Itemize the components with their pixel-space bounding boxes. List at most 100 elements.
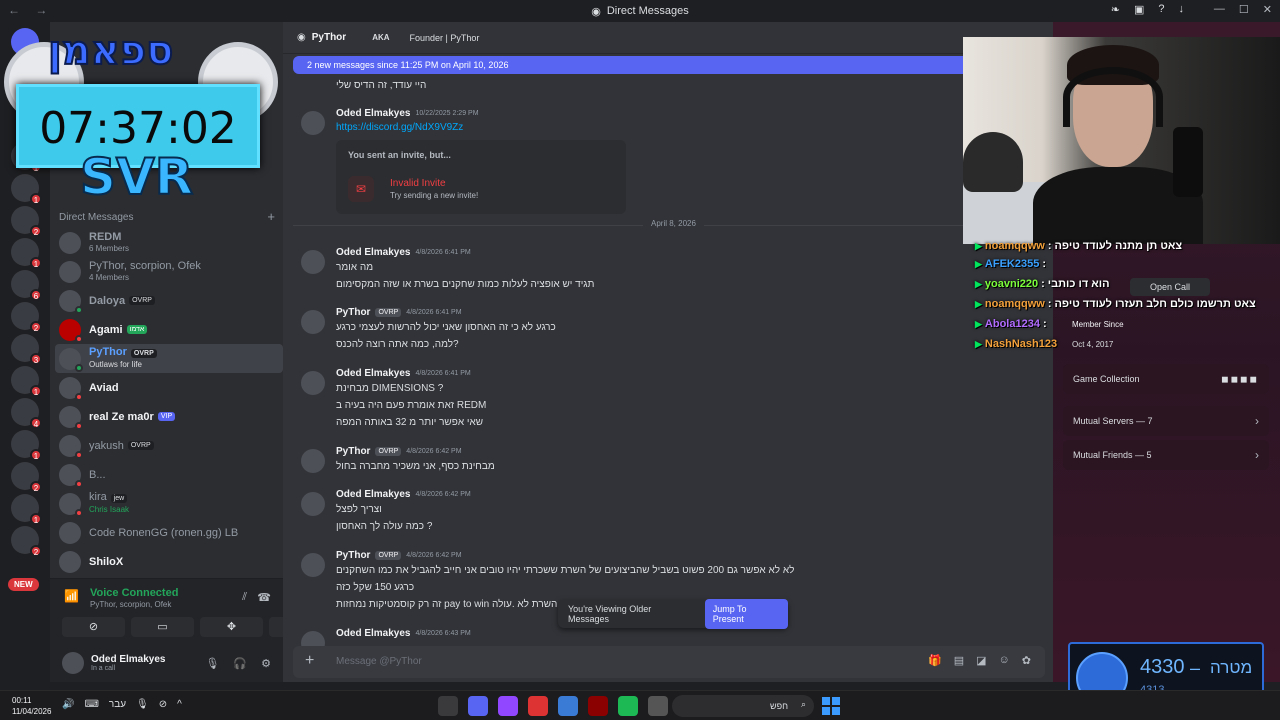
discord-app-icon[interactable] — [468, 696, 488, 716]
taskbar-search[interactable]: חפש ⌕ — [672, 695, 814, 717]
dm-item[interactable]: Daloya OVRP — [55, 286, 283, 315]
webcam-feed — [963, 37, 1280, 244]
user-panel[interactable]: Oded Elmakyes In a call — [62, 652, 165, 674]
minimize-icon[interactable]: — — [1214, 3, 1225, 16]
volume-icon[interactable]: 🔊 — [62, 699, 74, 710]
wifi-off-icon[interactable]: ⊘ — [159, 699, 167, 710]
chevron-up-icon[interactable]: ^ — [177, 699, 182, 710]
avatar[interactable] — [301, 449, 325, 473]
settings-gear-icon[interactable]: ⚙ — [261, 657, 271, 670]
at-icon: ◉ — [297, 32, 306, 43]
chat-recipient[interactable]: PyThor — [312, 32, 346, 43]
dm-item[interactable]: B... — [55, 460, 283, 489]
download-icon[interactable]: ↓ — [1179, 3, 1185, 16]
network-icon[interactable]: ⌨ — [84, 699, 98, 710]
dm-item-pythor[interactable]: PyThor OVRP Outlaws for life — [55, 344, 283, 373]
dm-item[interactable]: ShiloX — [55, 547, 283, 576]
stream-clock-overlay: ספאמן 07:37:02 SVR — [0, 22, 280, 207]
avatar — [59, 492, 83, 517]
server-icon[interactable]: 2 — [11, 206, 42, 237]
app-icon[interactable] — [528, 696, 548, 716]
message-input[interactable]: Message @PyThor — [336, 656, 422, 667]
mic-icon[interactable]: 🎙 — [136, 699, 149, 710]
server-icon[interactable]: 1 — [11, 494, 42, 525]
chrome-app-icon[interactable] — [558, 696, 578, 716]
server-icon[interactable]: 1 — [11, 430, 42, 461]
camera-off-icon[interactable]: ⊘ — [62, 617, 125, 637]
game-collection[interactable]: Game Collection ◼◼◼◼ — [1063, 364, 1269, 394]
dm-item[interactable]: REDM 6 Members — [55, 228, 283, 257]
taskbar: 00:11 11/04/2026 🔊 ⌨ עבר 🎙 ⊘ ^ חפש ⌕ — [0, 690, 1280, 720]
help-icon[interactable]: ? — [1158, 3, 1164, 16]
dm-item[interactable]: yakush OVRP — [55, 431, 283, 460]
stream-chat-line: ▶ noamqqww: צאט תרשמו כולם חלב תעזרו לעודד… — [975, 298, 1256, 310]
language-indicator[interactable]: עבר — [109, 699, 126, 710]
invite-link[interactable]: https://discord.gg/NdX9V9Zz — [336, 122, 463, 133]
server-icon[interactable]: 1 — [11, 238, 42, 269]
app-icon[interactable] — [438, 696, 458, 716]
avatar — [59, 521, 81, 544]
dm-item[interactable]: Agami אדמו — [55, 315, 283, 344]
dm-item[interactable]: real Ze ma0r VIP — [55, 402, 283, 431]
taskbar-clock[interactable]: 00:11 11/04/2026 — [12, 695, 51, 717]
message: PyThor OVRP 4/8/2026 6:42 PM מבחינת כסף, א… — [301, 446, 1041, 474]
avatar[interactable] — [301, 250, 325, 274]
start-icon[interactable] — [822, 697, 840, 715]
server-icon[interactable]: 3 — [11, 334, 42, 365]
message-list: היי עודד, זה הדיס שלי Oded Elmakyes 10/22… — [283, 74, 1053, 655]
message: Oded Elmakyes 10/22/2025 2:29 PM https://… — [301, 108, 1041, 220]
new-pill[interactable]: NEW — [8, 578, 39, 591]
disconnect-icon[interactable]: ☎ — [257, 591, 271, 604]
new-messages-bar[interactable]: 2 new messages since 11:25 PM on April 1… — [293, 56, 1053, 74]
voice-channel[interactable]: PyThor, scorpion, Ofek — [90, 600, 171, 609]
cat-figure — [963, 132, 1023, 192]
twitch-app-icon[interactable] — [498, 696, 518, 716]
activities-icon[interactable]: ✥ — [200, 617, 263, 637]
server-icon[interactable]: 2 — [11, 302, 42, 333]
microphone-icon[interactable]: 🎙 — [205, 657, 219, 670]
server-icon[interactable]: 2 — [11, 526, 42, 557]
title-tools: ❧ ▣ ? ↓ — [1111, 3, 1184, 16]
emoji-icon[interactable]: ☺ — [999, 654, 1010, 667]
app-icon[interactable] — [588, 696, 608, 716]
avatar[interactable] — [301, 553, 325, 577]
avatar — [59, 231, 81, 254]
dm-item[interactable]: PyThor, scorpion, Ofek 4 Members — [55, 257, 283, 286]
date-divider: April 8, 2026 — [293, 219, 1043, 228]
avatar — [59, 405, 83, 430]
spotify-app-icon[interactable] — [618, 696, 638, 716]
inbox-icon[interactable]: ▣ — [1134, 3, 1144, 16]
dm-item[interactable]: Aviad — [55, 373, 283, 402]
server-icon[interactable]: 1 — [11, 366, 42, 397]
create-dm-button[interactable]: + — [267, 209, 275, 224]
sticker-icon[interactable]: ◪ — [976, 654, 986, 667]
avatar[interactable] — [301, 310, 325, 334]
add-attachment-icon[interactable]: + — [305, 652, 314, 670]
noise-suppression-icon[interactable]: ⫽ — [242, 591, 247, 604]
dm-item[interactable]: Code RonenGG (ronen.gg) LB — [55, 518, 283, 547]
avatar[interactable] — [301, 371, 325, 395]
apps-icon[interactable]: ✿ — [1022, 654, 1031, 667]
close-icon[interactable]: ✕ — [1263, 3, 1272, 16]
explorer-app-icon[interactable] — [648, 696, 668, 716]
avatar[interactable] — [301, 111, 325, 135]
jump-to-present-button[interactable]: Jump To Present — [704, 599, 788, 629]
gif-icon[interactable]: ▤ — [954, 654, 964, 667]
server-icon[interactable]: 2 — [11, 462, 42, 493]
gift-icon[interactable]: 🎁 — [928, 654, 942, 667]
server-icon[interactable]: 6 — [11, 270, 42, 301]
screen-share-icon[interactable]: ▭ — [131, 617, 194, 637]
chevron-right-icon: › — [1255, 448, 1259, 462]
nitro-icon[interactable]: ❧ — [1111, 3, 1120, 16]
avatar — [59, 260, 81, 283]
maximize-icon[interactable]: ☐ — [1239, 3, 1249, 16]
avatar[interactable] — [301, 492, 325, 516]
server-icon[interactable]: 4 — [11, 398, 42, 429]
mutual-servers[interactable]: Mutual Servers — 7 › — [1063, 406, 1269, 436]
headphones-icon[interactable]: 🎧 — [233, 657, 247, 670]
mutual-friends[interactable]: Mutual Friends — 5 › — [1063, 440, 1269, 470]
voice-status[interactable]: Voice Connected — [90, 587, 178, 599]
dm-item[interactable]: kira jew Chris Isaak — [55, 489, 283, 518]
nav-arrows[interactable]: ← → — [8, 3, 53, 17]
discord-icon: ◉ — [591, 5, 601, 18]
